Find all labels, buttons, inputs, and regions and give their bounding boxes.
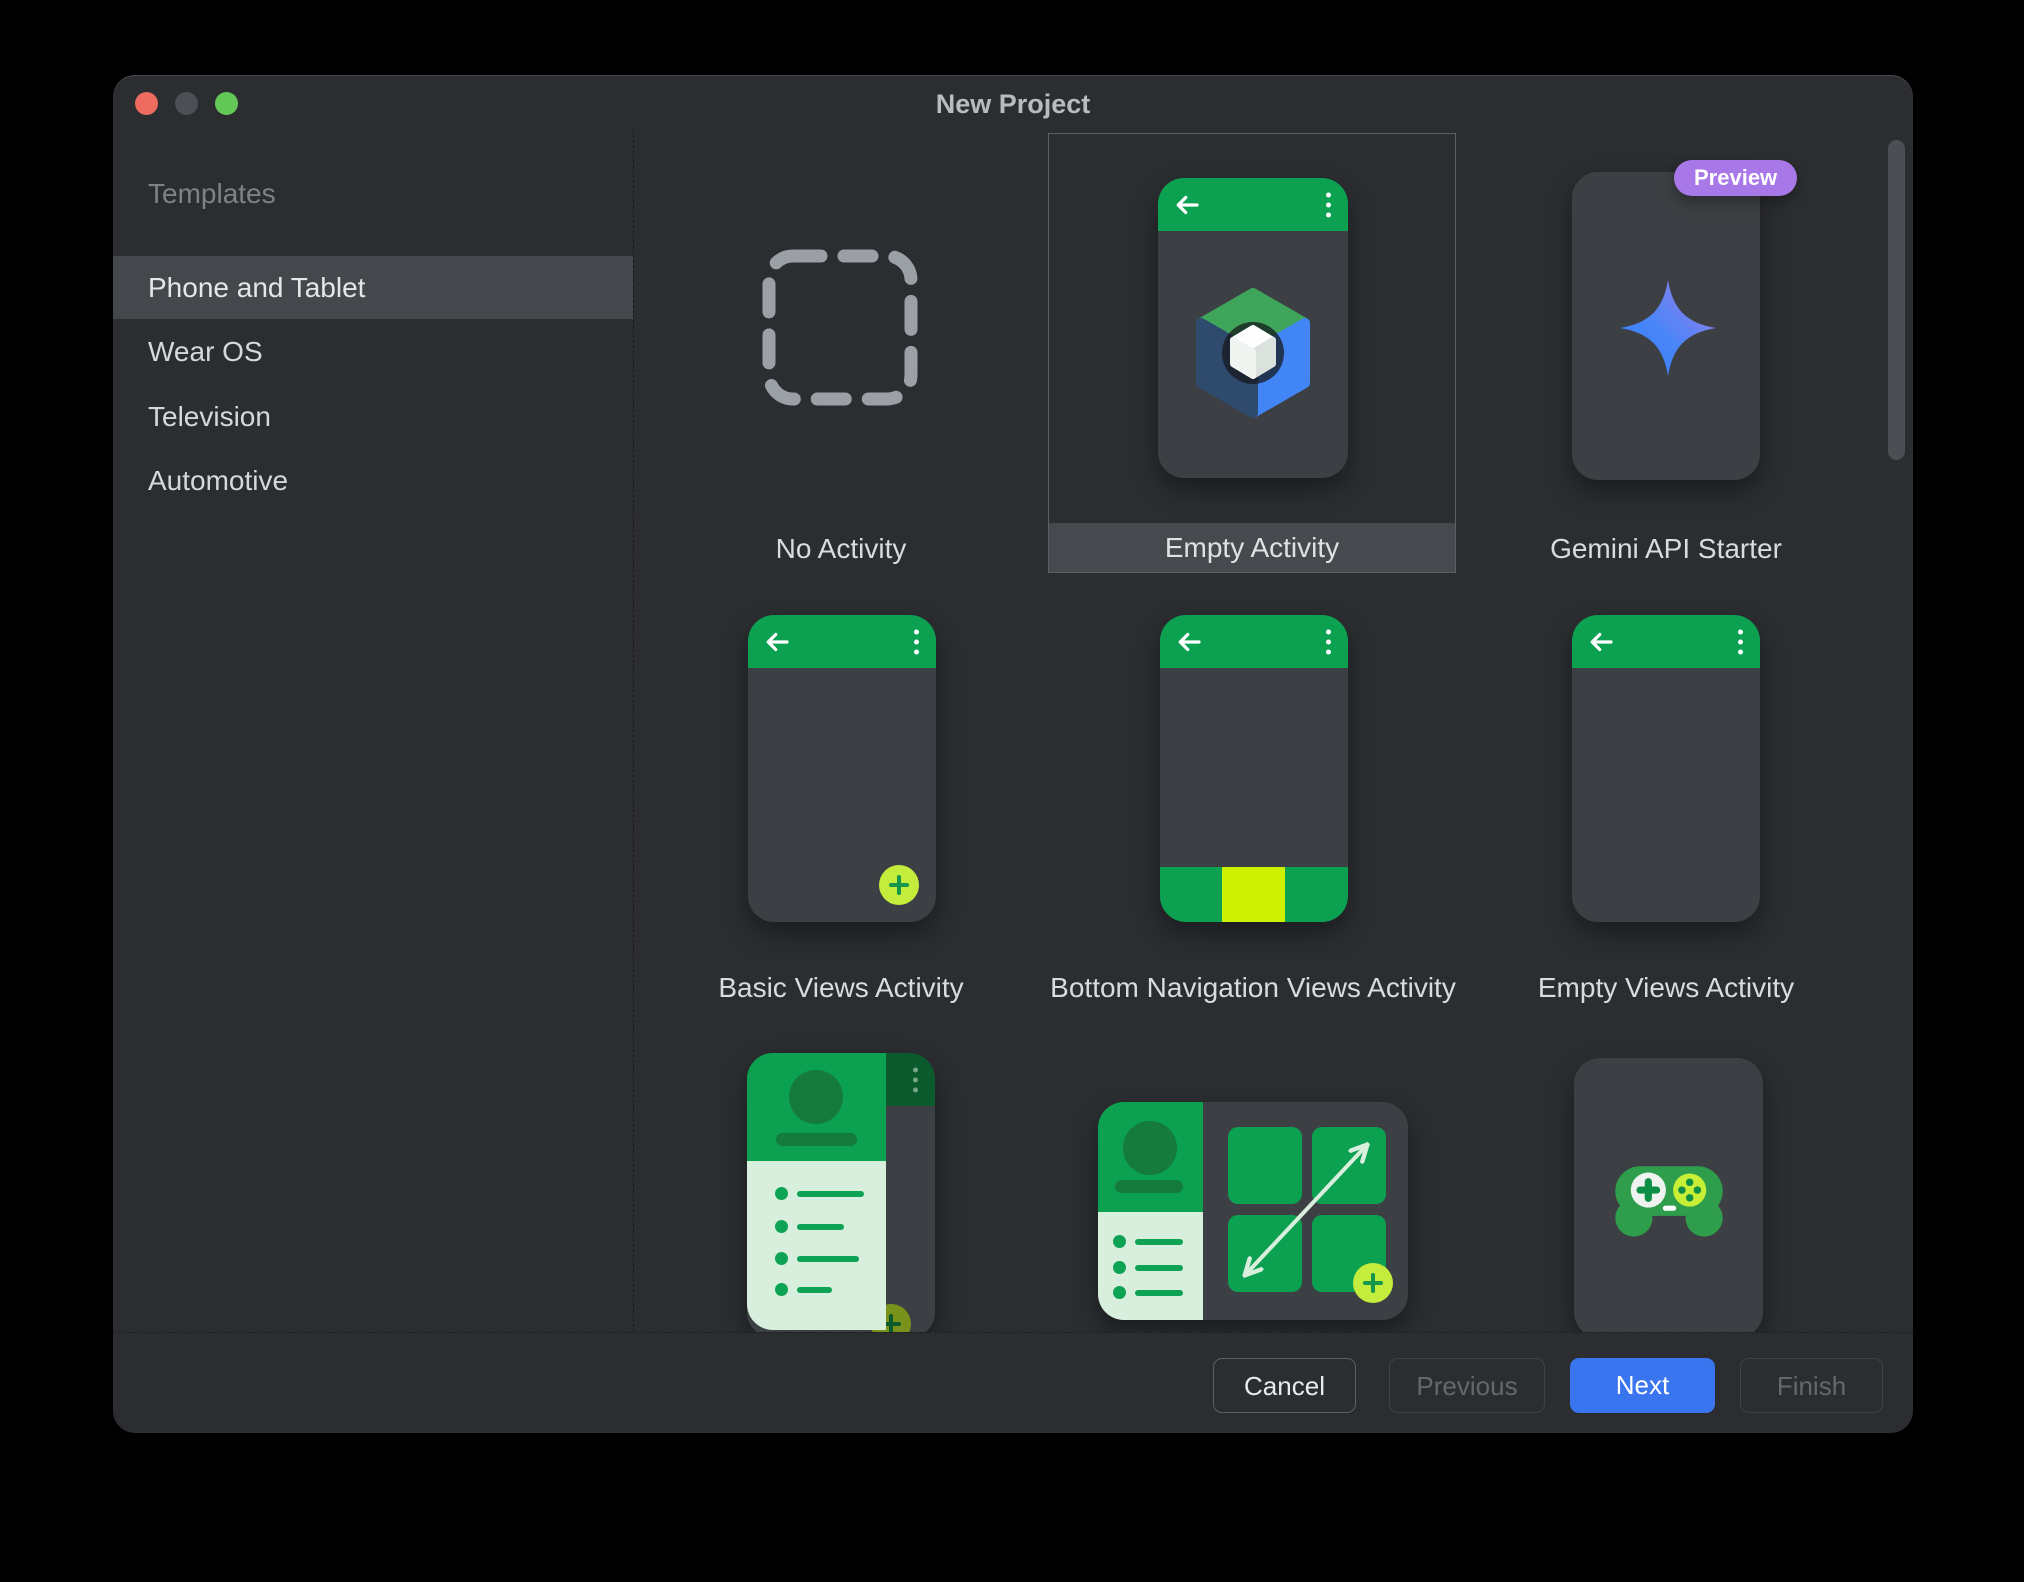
template-label: Basic Views Activity bbox=[718, 972, 963, 1004]
template-label: No Activity bbox=[776, 533, 907, 565]
phone-mockup bbox=[1574, 1058, 1763, 1332]
phone-mockup bbox=[1572, 172, 1760, 480]
fab-plus-icon bbox=[879, 865, 919, 905]
kebab-menu-icon bbox=[1326, 192, 1331, 217]
template-card-empty-activity[interactable]: Empty Activity bbox=[1048, 133, 1456, 573]
template-grid: No Activity bbox=[634, 130, 1913, 1332]
template-label: Empty Activity bbox=[1049, 523, 1455, 572]
kebab-menu-icon bbox=[1738, 629, 1743, 654]
sidebar-item-automotive[interactable]: Automotive bbox=[113, 449, 633, 512]
kebab-menu-icon bbox=[914, 629, 919, 654]
template-label: Empty Views Activity bbox=[1538, 972, 1794, 1004]
sidebar-item-wear-os[interactable]: Wear OS bbox=[113, 320, 633, 383]
phone-mockup bbox=[748, 615, 936, 922]
sidebar-item-television[interactable]: Television bbox=[113, 385, 633, 448]
preview-badge: Preview bbox=[1674, 160, 1797, 196]
phone-mockup bbox=[1158, 178, 1348, 478]
back-arrow-icon bbox=[1586, 627, 1616, 657]
new-project-dialog: New Project Templates Phone and Tablet W… bbox=[113, 75, 1913, 1433]
phone-mockup bbox=[1160, 615, 1348, 922]
back-arrow-icon bbox=[762, 627, 792, 657]
vertical-scrollbar[interactable] bbox=[1888, 140, 1905, 460]
kebab-menu-icon bbox=[1326, 629, 1331, 654]
app-top-bar bbox=[1158, 178, 1348, 231]
navigation-drawer-icon bbox=[747, 1053, 886, 1330]
templates-sidebar: Templates Phone and Tablet Wear OS Telev… bbox=[113, 130, 634, 1332]
back-arrow-icon bbox=[1174, 627, 1204, 657]
next-button[interactable]: Next bbox=[1570, 1358, 1715, 1413]
app-top-bar bbox=[1160, 615, 1348, 668]
bottom-nav-icon bbox=[1160, 867, 1348, 922]
title-bar: New Project bbox=[113, 75, 1913, 130]
sidebar-header: Templates bbox=[148, 178, 276, 210]
phone-mockup bbox=[1572, 615, 1760, 922]
app-top-bar bbox=[748, 615, 936, 668]
dashed-placeholder-icon bbox=[760, 247, 920, 408]
desktop-background: New Project Templates Phone and Tablet W… bbox=[0, 0, 2024, 1582]
gemini-star-icon bbox=[1619, 279, 1717, 377]
gamepad-icon bbox=[1607, 1160, 1731, 1247]
template-label: Bottom Navigation Views Activity bbox=[1050, 972, 1456, 1004]
dialog-title: New Project bbox=[113, 75, 1913, 130]
tablet-mockup bbox=[1098, 1102, 1408, 1320]
compose-cube-icon bbox=[1178, 278, 1328, 428]
app-top-bar bbox=[1572, 615, 1760, 668]
previous-button[interactable]: Previous bbox=[1389, 1358, 1545, 1413]
fab-plus-icon bbox=[1353, 1263, 1393, 1303]
phone-mockup bbox=[747, 1053, 935, 1332]
cancel-button[interactable]: Cancel bbox=[1213, 1358, 1356, 1413]
dialog-footer: Cancel Previous Next Finish bbox=[113, 1332, 1913, 1433]
back-arrow-icon bbox=[1172, 190, 1202, 220]
sidebar-item-phone-and-tablet[interactable]: Phone and Tablet bbox=[113, 256, 633, 319]
kebab-menu-icon bbox=[913, 1067, 918, 1092]
finish-button[interactable]: Finish bbox=[1740, 1358, 1883, 1413]
template-label: Gemini API Starter bbox=[1550, 533, 1782, 565]
